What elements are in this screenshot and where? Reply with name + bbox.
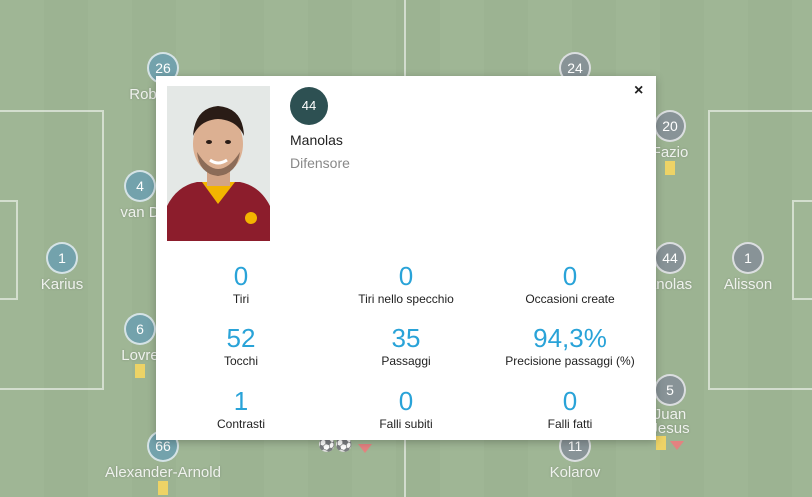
stat-value: 35 (391, 323, 421, 353)
player-role: Difensore (290, 155, 350, 171)
stat-label: Contrasti (216, 417, 266, 431)
player-stats-modal: × 44 Manolas Difensore 0 Tiri 0 Tiri nel… (156, 76, 656, 440)
stat-value: 0 (398, 261, 414, 291)
stat-value: 1 (233, 386, 249, 416)
stat-value: 94,3% (533, 323, 607, 353)
stat-label: Falli subiti (379, 417, 433, 431)
stat-value: 52 (226, 323, 256, 353)
stat-passes: 35 Passaggi (321, 324, 491, 368)
stat-label: Precisione passaggi (%) (505, 354, 635, 368)
stat-tackles: 1 Contrasti (156, 387, 326, 431)
stat-value: 0 (562, 386, 578, 416)
stat-label: Tocchi (223, 354, 258, 368)
stat-shots-on-target: 0 Tiri nello specchio (321, 262, 491, 306)
stat-touches: 52 Tocchi (156, 324, 326, 368)
stat-label: Falli fatti (547, 417, 593, 431)
player-number-badge: 44 (290, 87, 328, 125)
stat-shots: 0 Tiri (156, 262, 326, 306)
stat-label: Occasioni create (525, 292, 615, 306)
stat-value: 0 (233, 261, 249, 291)
player-photo (167, 86, 270, 241)
stat-label: Tiri (232, 292, 250, 306)
stat-label: Tiri nello specchio (358, 292, 454, 306)
stat-fouls-suffered: 0 Falli subiti (321, 387, 491, 431)
stat-pass-accuracy: 94,3% Precisione passaggi (%) (485, 324, 655, 368)
player-portrait-icon (167, 86, 270, 241)
stat-value: 0 (398, 386, 414, 416)
stat-value: 0 (562, 261, 578, 291)
stat-label: Passaggi (381, 354, 431, 368)
stat-chances-created: 0 Occasioni create (485, 262, 655, 306)
stat-fouls-committed: 0 Falli fatti (485, 387, 655, 431)
player-name: Manolas (290, 132, 343, 148)
close-button[interactable]: × (634, 82, 643, 100)
